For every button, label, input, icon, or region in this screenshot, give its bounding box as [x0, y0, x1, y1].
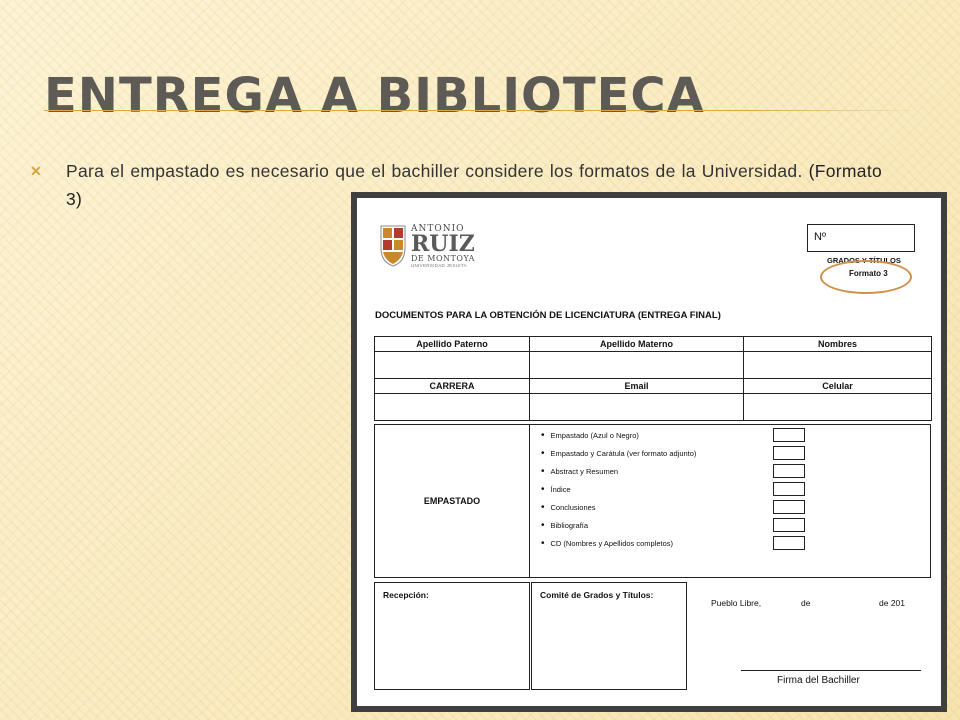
checkbox-cd [773, 536, 805, 550]
place-label: Pueblo Libre, [711, 598, 762, 608]
recepcion-box: Recepción: [374, 582, 530, 690]
header-apellido-paterno: Apellido Paterno [374, 336, 530, 352]
header-celular: Celular [743, 378, 932, 394]
date-year-label: de 201 [879, 598, 905, 608]
list-item: Índice [541, 481, 696, 499]
list-item: Bibliografía [541, 517, 696, 535]
list-item: Conclusiones [541, 499, 696, 517]
checkbox-indice [773, 482, 805, 496]
empastado-checklist: Empastado (Azul o Negro) Empastado y Car… [541, 427, 697, 553]
checkbox-bibliografia [773, 518, 805, 532]
table-row [374, 351, 932, 379]
university-logo: ANTONIO RUIZ DE MONTOYA UNIVERSIDAD JESU… [379, 224, 479, 276]
university-shield-icon [380, 225, 406, 267]
header-nombres: Nombres [743, 336, 932, 352]
logo-line-universidad: UNIVERSIDAD JESUITA [411, 263, 467, 268]
slide-title: Entrega a biblioteca [44, 68, 705, 124]
empastado-section: EMPASTADO Empastado (Azul o Negro) Empas… [374, 424, 931, 578]
table-row [374, 393, 932, 421]
format-document-image: ANTONIO RUIZ DE MONTOYA UNIVERSIDAD JESU… [351, 192, 947, 712]
list-item: CD (Nombres y Apellidos completos) [541, 535, 696, 553]
header-apellido-materno: Apellido Materno [529, 336, 744, 352]
cell-blank [374, 351, 530, 379]
signature-line [741, 670, 921, 671]
document-number-box: Nº [807, 224, 915, 252]
checkbox-caratula [773, 446, 805, 460]
header-email: Email [529, 378, 744, 394]
title-underline [44, 110, 924, 111]
checkbox-conclusiones [773, 500, 805, 514]
table-row: CARRERA Email Celular [374, 378, 932, 394]
logo-line-montoya: DE MONTOYA [411, 254, 475, 263]
bullet-text-main: Para el empastado es necesario que el ba… [66, 161, 803, 181]
bullet-cross-icon: ✕ [30, 163, 42, 179]
cell-blank [743, 393, 932, 421]
cell-blank [529, 351, 744, 379]
signature-label: Firma del Bachiller [777, 675, 860, 686]
cell-blank [374, 393, 530, 421]
list-item: Empastado y Carátula (ver formato adjunt… [541, 445, 697, 463]
empastado-label: EMPASTADO [375, 425, 530, 577]
document-heading: DOCUMENTOS PARA LA OBTENCIÓN DE LICENCIA… [375, 310, 721, 321]
comite-box: Comité de Grados y Títulos: [531, 582, 687, 690]
cell-blank [743, 351, 932, 379]
header-carrera: CARRERA [374, 378, 530, 394]
student-info-table: Apellido Paterno Apellido Materno Nombre… [374, 336, 932, 421]
format-highlight-oval [820, 260, 912, 294]
list-item: Abstract y Resumen [541, 463, 696, 481]
date-de-label: de [801, 598, 811, 608]
cell-blank [529, 393, 744, 421]
table-row: Apellido Paterno Apellido Materno Nombre… [374, 336, 932, 352]
checkbox-empastado [773, 428, 805, 442]
list-item: Empastado (Azul o Negro) [541, 427, 696, 445]
logo-wordmark: ANTONIO RUIZ DE MONTOYA UNIVERSIDAD JESU… [411, 224, 481, 268]
logo-line-ruiz: RUIZ [411, 231, 475, 257]
checkbox-abstract [773, 464, 805, 478]
format-document-page: ANTONIO RUIZ DE MONTOYA UNIVERSIDAD JESU… [357, 198, 941, 706]
